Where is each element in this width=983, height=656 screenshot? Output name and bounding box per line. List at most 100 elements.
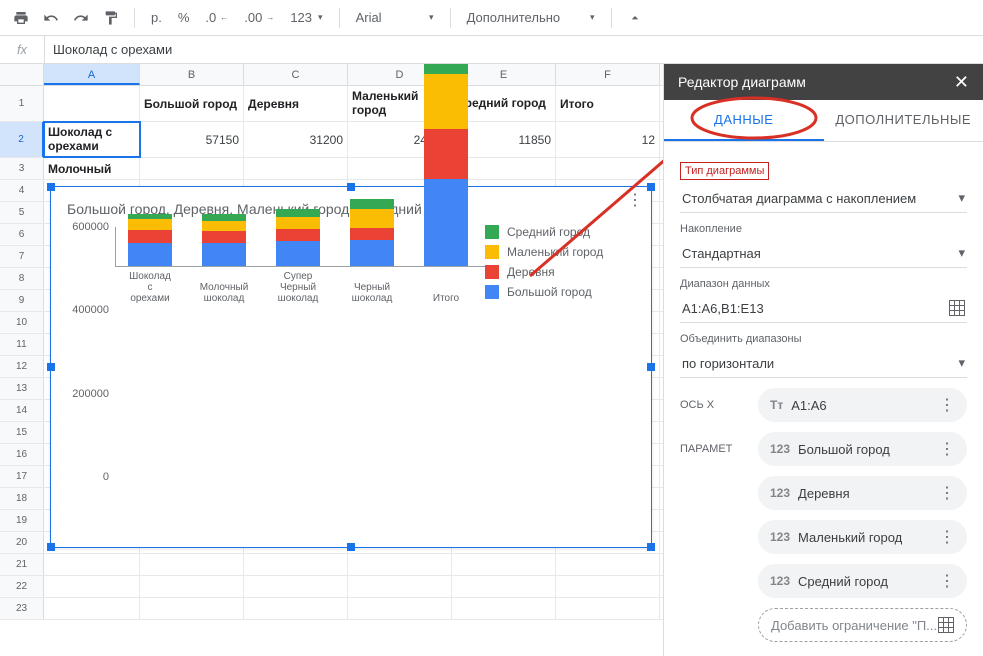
cell[interactable] <box>140 576 244 597</box>
stacking-select[interactable]: Стандартная▾ <box>680 239 967 268</box>
row-header[interactable]: 21 <box>0 554 44 575</box>
more-format-menu[interactable]: Дополнительно▾ <box>461 5 601 31</box>
col-header-f[interactable]: F <box>556 64 660 85</box>
more-icon[interactable]: ⋮ <box>939 395 955 415</box>
cell[interactable]: Молочный <box>44 158 140 179</box>
combine-ranges-select[interactable]: по горизонтали▾ <box>680 349 967 378</box>
resize-handle[interactable] <box>47 363 55 371</box>
redo-button[interactable] <box>68 5 94 31</box>
resize-handle[interactable] <box>347 183 355 191</box>
row-header[interactable]: 5 <box>0 202 44 223</box>
cell[interactable] <box>44 554 140 575</box>
row-header[interactable]: 4 <box>0 180 44 201</box>
print-button[interactable] <box>8 5 34 31</box>
row-header[interactable]: 16 <box>0 444 44 465</box>
cell[interactable] <box>452 576 556 597</box>
row-header[interactable]: 18 <box>0 488 44 509</box>
toolbar-overflow-button[interactable] <box>622 5 648 31</box>
cell[interactable] <box>44 598 140 619</box>
row-header[interactable]: 14 <box>0 400 44 421</box>
row-header[interactable]: 11 <box>0 334 44 355</box>
row-header[interactable]: 8 <box>0 268 44 289</box>
more-icon[interactable]: ⋮ <box>939 527 955 547</box>
cell[interactable] <box>140 158 244 179</box>
chart-menu-button[interactable]: ⋮ <box>627 193 643 209</box>
formula-input[interactable]: Шоколад с орехами <box>45 42 983 57</box>
number-format-menu[interactable]: 123▾ <box>284 5 328 31</box>
increase-decimal-button[interactable]: .00→ <box>238 5 280 31</box>
resize-handle[interactable] <box>647 543 655 551</box>
row-header[interactable]: 3 <box>0 158 44 179</box>
row-header[interactable]: 12 <box>0 356 44 377</box>
series-pill[interactable]: 123Маленький город⋮ <box>758 520 967 554</box>
cell[interactable] <box>140 554 244 575</box>
row-header[interactable]: 7 <box>0 246 44 267</box>
percent-button[interactable]: % <box>172 5 196 31</box>
add-series-button[interactable]: Добавить ограничение "П... <box>758 608 967 642</box>
more-icon[interactable]: ⋮ <box>939 483 955 503</box>
paint-format-button[interactable] <box>98 5 124 31</box>
cell[interactable]: Деревня <box>244 86 348 121</box>
decrease-decimal-button[interactable]: .0← <box>199 5 234 31</box>
cell[interactable] <box>244 598 348 619</box>
series-pill[interactable]: 123Средний город⋮ <box>758 564 967 598</box>
tab-data[interactable]: ДАННЫЕ <box>664 100 824 141</box>
cell[interactable] <box>556 598 660 619</box>
cell[interactable] <box>348 598 452 619</box>
cell[interactable] <box>244 158 348 179</box>
x-axis-pill[interactable]: TтA1:A6⋮ <box>758 388 967 422</box>
row-header[interactable]: 1 <box>0 86 44 121</box>
tab-customize[interactable]: ДОПОЛНИТЕЛЬНЫЕ <box>824 100 983 141</box>
resize-handle[interactable] <box>347 543 355 551</box>
spreadsheet[interactable]: A B C D E F 1 Большой город Деревня Мале… <box>0 64 663 656</box>
cell[interactable] <box>556 554 660 575</box>
more-icon[interactable]: ⋮ <box>939 571 955 591</box>
select-all-corner[interactable] <box>0 64 44 85</box>
row-header[interactable]: 19 <box>0 510 44 531</box>
resize-handle[interactable] <box>47 543 55 551</box>
cell[interactable] <box>452 598 556 619</box>
series-pill[interactable]: 123Деревня⋮ <box>758 476 967 510</box>
cell[interactable] <box>556 158 660 179</box>
more-icon[interactable]: ⋮ <box>939 439 955 459</box>
close-icon[interactable]: ✕ <box>954 72 969 93</box>
row-header[interactable]: 23 <box>0 598 44 619</box>
cell[interactable] <box>348 576 452 597</box>
row-header[interactable]: 20 <box>0 532 44 553</box>
data-range-input[interactable]: A1:A6,B1:E13 <box>680 294 967 323</box>
cell[interactable]: 57150 <box>140 122 244 157</box>
cell[interactable] <box>44 576 140 597</box>
row-header[interactable]: 2 <box>0 122 44 157</box>
resize-handle[interactable] <box>647 183 655 191</box>
cell[interactable]: Большой город <box>140 86 244 121</box>
col-header-c[interactable]: C <box>244 64 348 85</box>
embedded-chart[interactable]: ⋮ Большой город, Деревня, Маленький горо… <box>50 186 652 548</box>
cell[interactable] <box>348 554 452 575</box>
cell[interactable] <box>140 598 244 619</box>
active-cell[interactable]: Шоколад с орехами <box>44 122 140 157</box>
cell[interactable] <box>44 86 140 121</box>
cell[interactable] <box>556 576 660 597</box>
row-header[interactable]: 22 <box>0 576 44 597</box>
series-pill[interactable]: 123Большой город⋮ <box>758 432 967 466</box>
cell[interactable] <box>244 576 348 597</box>
row-header[interactable]: 10 <box>0 312 44 333</box>
col-header-a[interactable]: A <box>44 64 140 85</box>
cell[interactable]: 31200 <box>244 122 348 157</box>
font-select[interactable]: Arial▾ <box>350 5 440 31</box>
col-header-b[interactable]: B <box>140 64 244 85</box>
currency-button[interactable]: р. <box>145 5 168 31</box>
undo-button[interactable] <box>38 5 64 31</box>
row-header[interactable]: 13 <box>0 378 44 399</box>
chart-type-select[interactable]: Столбчатая диаграмма с накоплением▾ <box>680 184 967 213</box>
cell[interactable] <box>244 554 348 575</box>
cell[interactable]: Итого <box>556 86 660 121</box>
grid-icon[interactable] <box>949 300 965 316</box>
cell[interactable] <box>452 554 556 575</box>
cell[interactable]: 12 <box>556 122 660 157</box>
resize-handle[interactable] <box>647 363 655 371</box>
row-header[interactable]: 15 <box>0 422 44 443</box>
row-header[interactable]: 17 <box>0 466 44 487</box>
row-header[interactable]: 6 <box>0 224 44 245</box>
resize-handle[interactable] <box>47 183 55 191</box>
